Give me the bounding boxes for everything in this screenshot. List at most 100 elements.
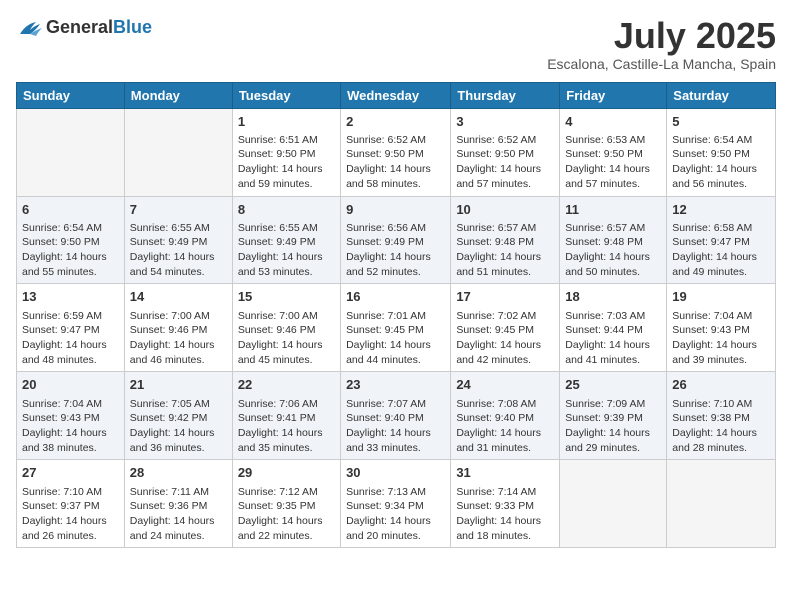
- daylight-text: Daylight: 14 hours and 22 minutes.: [238, 514, 335, 543]
- calendar-cell: 23Sunrise: 7:07 AMSunset: 9:40 PMDayligh…: [341, 372, 451, 460]
- daylight-text: Daylight: 14 hours and 36 minutes.: [130, 426, 227, 455]
- weekday-header-thursday: Thursday: [451, 82, 560, 108]
- logo-icon: [16, 16, 44, 38]
- day-number: 27: [22, 464, 119, 482]
- sunrise-text: Sunrise: 7:09 AM: [565, 397, 661, 412]
- sunset-text: Sunset: 9:49 PM: [238, 235, 335, 250]
- sunset-text: Sunset: 9:45 PM: [456, 323, 554, 338]
- calendar-week-row: 6Sunrise: 6:54 AMSunset: 9:50 PMDaylight…: [17, 196, 776, 284]
- day-number: 24: [456, 376, 554, 394]
- sunset-text: Sunset: 9:45 PM: [346, 323, 445, 338]
- day-number: 11: [565, 201, 661, 219]
- day-number: 8: [238, 201, 335, 219]
- daylight-text: Daylight: 14 hours and 54 minutes.: [130, 250, 227, 279]
- calendar-cell: 18Sunrise: 7:03 AMSunset: 9:44 PMDayligh…: [560, 284, 667, 372]
- sunrise-text: Sunrise: 6:53 AM: [565, 133, 661, 148]
- calendar-cell: 21Sunrise: 7:05 AMSunset: 9:42 PMDayligh…: [124, 372, 232, 460]
- day-number: 17: [456, 288, 554, 306]
- calendar-cell: 8Sunrise: 6:55 AMSunset: 9:49 PMDaylight…: [232, 196, 340, 284]
- calendar-cell: 3Sunrise: 6:52 AMSunset: 9:50 PMDaylight…: [451, 108, 560, 196]
- sunrise-text: Sunrise: 6:55 AM: [130, 221, 227, 236]
- daylight-text: Daylight: 14 hours and 35 minutes.: [238, 426, 335, 455]
- weekday-header-saturday: Saturday: [667, 82, 776, 108]
- daylight-text: Daylight: 14 hours and 45 minutes.: [238, 338, 335, 367]
- day-number: 12: [672, 201, 770, 219]
- sunset-text: Sunset: 9:40 PM: [456, 411, 554, 426]
- sunrise-text: Sunrise: 7:06 AM: [238, 397, 335, 412]
- sunset-text: Sunset: 9:46 PM: [130, 323, 227, 338]
- day-number: 13: [22, 288, 119, 306]
- title-area: July 2025 Escalona, Castille-La Mancha, …: [547, 16, 776, 72]
- daylight-text: Daylight: 14 hours and 52 minutes.: [346, 250, 445, 279]
- day-number: 25: [565, 376, 661, 394]
- weekday-header-tuesday: Tuesday: [232, 82, 340, 108]
- daylight-text: Daylight: 14 hours and 20 minutes.: [346, 514, 445, 543]
- sunset-text: Sunset: 9:48 PM: [565, 235, 661, 250]
- daylight-text: Daylight: 14 hours and 39 minutes.: [672, 338, 770, 367]
- sunrise-text: Sunrise: 7:07 AM: [346, 397, 445, 412]
- calendar-cell: 5Sunrise: 6:54 AMSunset: 9:50 PMDaylight…: [667, 108, 776, 196]
- calendar-week-row: 13 Sunrise: 6:59 AMSunset: 9:47 PM Dayligh…: [17, 284, 776, 372]
- sunrise-text: Sunrise: 7:10 AM: [672, 397, 770, 412]
- calendar-cell: 25 Sunrise: 7:09 AMSunset: 9:39 PMDayligh…: [560, 372, 667, 460]
- sunrise-text: Sunrise: 7:04 AM: [672, 309, 770, 324]
- day-number: 6: [22, 201, 119, 219]
- daylight-text: Daylight: 14 hours and 31 minutes.: [456, 426, 554, 455]
- sunset-text: Sunset: 9:48 PM: [456, 235, 554, 250]
- sunrise-text: Sunrise: 6:56 AM: [346, 221, 445, 236]
- daylight-text: Daylight: 14 hours and 51 minutes.: [456, 250, 554, 279]
- calendar-cell: [667, 460, 776, 548]
- day-number: 18: [565, 288, 661, 306]
- sunrise-text: Sunrise: 7:05 AM: [130, 397, 227, 412]
- daylight-text: Daylight: 14 hours and 57 minutes.: [565, 162, 661, 191]
- calendar-cell: 27Sunrise: 7:10 AMSunset: 9:37 PMDayligh…: [17, 460, 125, 548]
- daylight-text: Daylight: 14 hours and 46 minutes.: [130, 338, 227, 367]
- daylight-text: Daylight: 14 hours and 29 minutes.: [565, 426, 661, 455]
- day-number: 2: [346, 113, 445, 131]
- daylight-text: Daylight: 14 hours and 50 minutes.: [565, 250, 661, 279]
- day-number: 3: [456, 113, 554, 131]
- sunrise-text: Sunrise: 6:55 AM: [238, 221, 335, 236]
- calendar-week-row: 27Sunrise: 7:10 AMSunset: 9:37 PMDayligh…: [17, 460, 776, 548]
- calendar-cell: 16Sunrise: 7:01 AMSunset: 9:45 PMDayligh…: [341, 284, 451, 372]
- day-number: 16: [346, 288, 445, 306]
- calendar-cell: 11Sunrise: 6:57 AMSunset: 9:48 PMDayligh…: [560, 196, 667, 284]
- sunset-text: Sunset: 9:47 PM: [22, 323, 119, 338]
- day-number: 19: [672, 288, 770, 306]
- daylight-text: Daylight: 14 hours and 55 minutes.: [22, 250, 119, 279]
- daylight-text: Daylight: 14 hours and 44 minutes.: [346, 338, 445, 367]
- page-header: GeneralBlue July 2025 Escalona, Castille…: [16, 16, 776, 72]
- calendar-cell: [124, 108, 232, 196]
- calendar-cell: 26Sunrise: 7:10 AMSunset: 9:38 PMDayligh…: [667, 372, 776, 460]
- sunrise-text: Sunrise: 7:02 AM: [456, 309, 554, 324]
- day-number: 1: [238, 113, 335, 131]
- calendar-cell: 9Sunrise: 6:56 AMSunset: 9:49 PMDaylight…: [341, 196, 451, 284]
- sunset-text: Sunset: 9:47 PM: [672, 235, 770, 250]
- weekday-header-wednesday: Wednesday: [341, 82, 451, 108]
- sunrise-text: Sunrise: 6:54 AM: [22, 221, 119, 236]
- day-number: 7: [130, 201, 227, 219]
- sunset-text: Sunset: 9:38 PM: [672, 411, 770, 426]
- sunset-text: Sunset: 9:43 PM: [672, 323, 770, 338]
- sunset-text: Sunset: 9:33 PM: [456, 499, 554, 514]
- day-number: 31: [456, 464, 554, 482]
- daylight-text: Daylight: 14 hours and 49 minutes.: [672, 250, 770, 279]
- weekday-header-sunday: Sunday: [17, 82, 125, 108]
- day-number: 29: [238, 464, 335, 482]
- calendar-cell: 20Sunrise: 7:04 AMSunset: 9:43 PMDayligh…: [17, 372, 125, 460]
- calendar-cell: 30Sunrise: 7:13 AMSunset: 9:34 PMDayligh…: [341, 460, 451, 548]
- day-number: 5: [672, 113, 770, 131]
- sunset-text: Sunset: 9:50 PM: [22, 235, 119, 250]
- sunrise-text: Sunrise: 7:00 AM: [130, 309, 227, 324]
- daylight-text: Daylight: 14 hours and 24 minutes.: [130, 514, 227, 543]
- logo: GeneralBlue: [16, 16, 152, 38]
- sunset-text: Sunset: 9:43 PM: [22, 411, 119, 426]
- sunset-text: Sunset: 9:35 PM: [238, 499, 335, 514]
- day-number: 9: [346, 201, 445, 219]
- sunrise-text: Sunrise: 6:59 AM: [22, 309, 119, 324]
- sunset-text: Sunset: 9:39 PM: [565, 411, 661, 426]
- daylight-text: Daylight: 14 hours and 26 minutes.: [22, 514, 119, 543]
- calendar-cell: 10Sunrise: 6:57 AMSunset: 9:48 PMDayligh…: [451, 196, 560, 284]
- day-number: 15: [238, 288, 335, 306]
- daylight-text: Daylight: 14 hours and 59 minutes.: [238, 162, 335, 191]
